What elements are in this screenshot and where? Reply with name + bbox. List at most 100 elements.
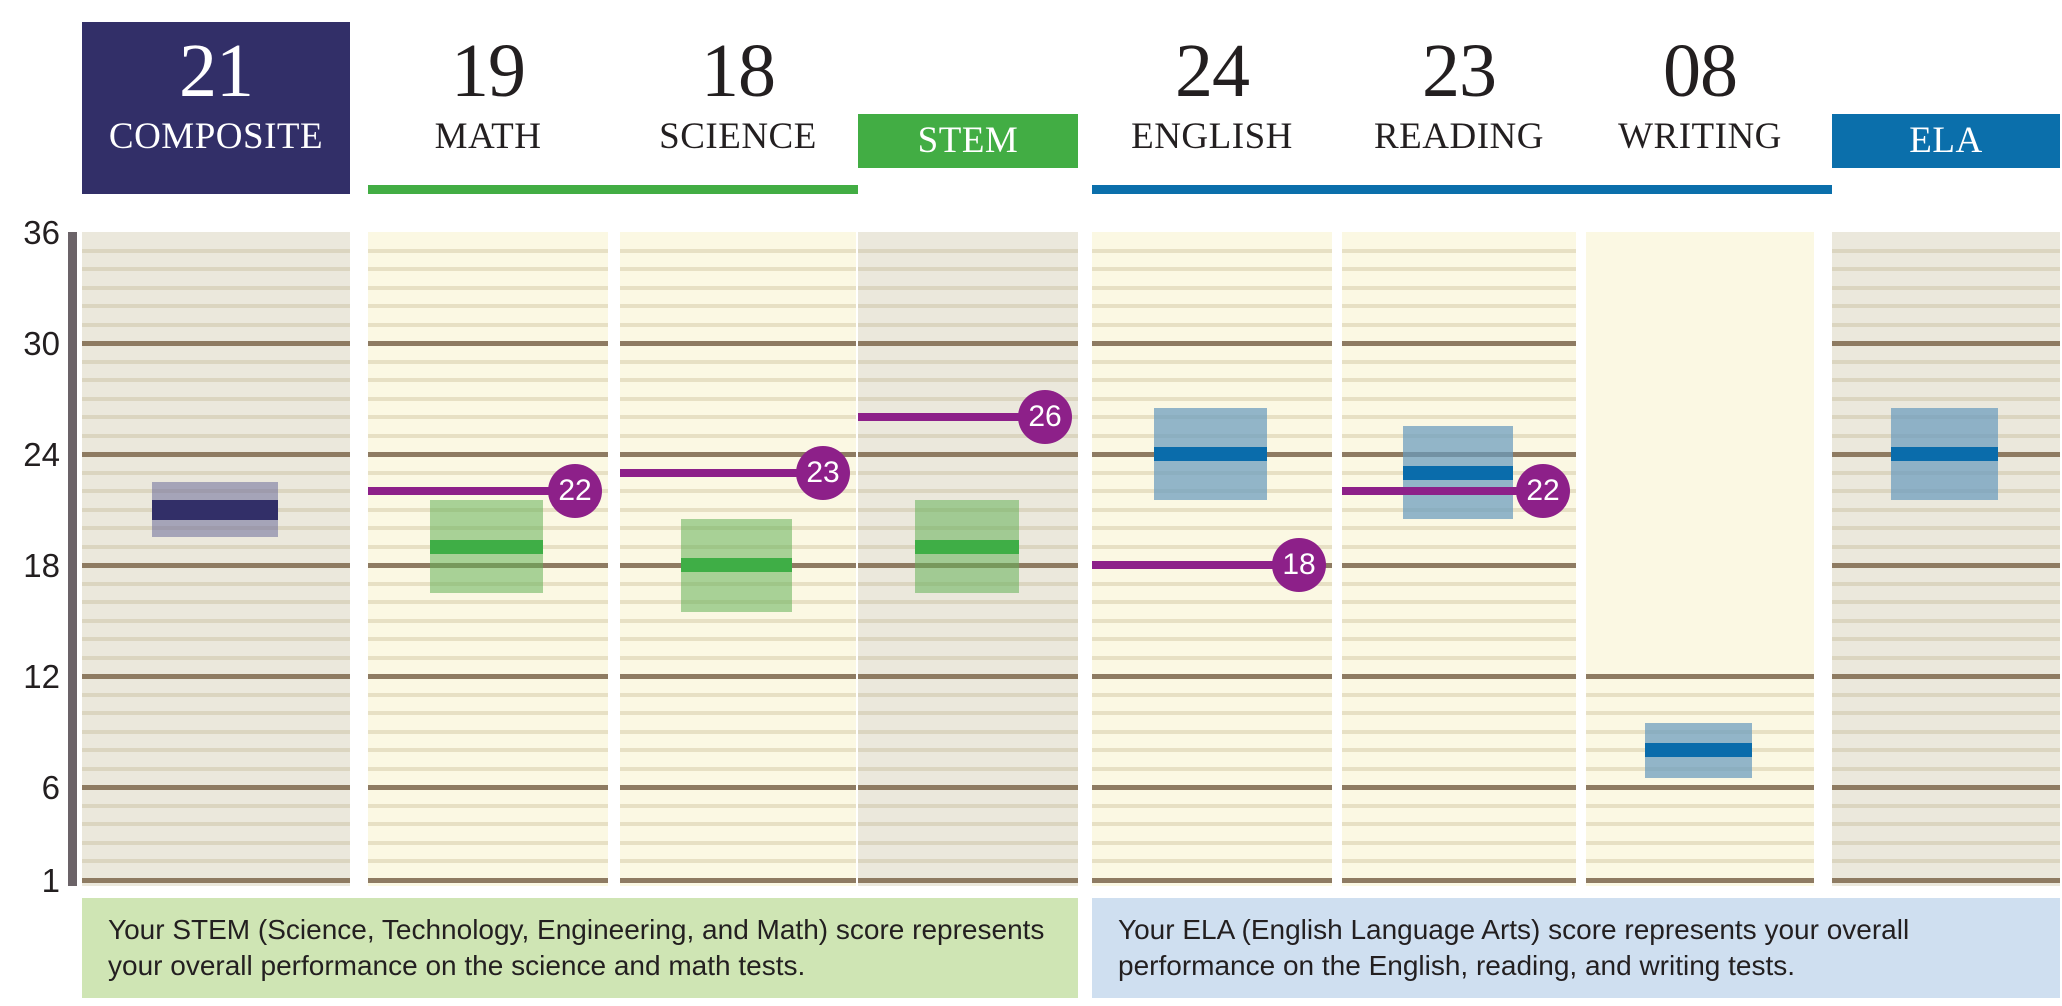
score-label-english: ENGLISH <box>1131 116 1293 157</box>
gridline-minor <box>1342 859 1576 864</box>
gridline-minor <box>368 766 608 771</box>
header-cell-math: 19 MATH <box>368 28 608 160</box>
gridline-minor <box>1092 618 1332 623</box>
gridline-minor <box>1586 822 1814 827</box>
gridline-minor <box>620 322 856 327</box>
gridline-minor <box>1832 748 2060 753</box>
score-bar-science <box>681 558 793 573</box>
gridline-minor <box>620 692 856 697</box>
gridline-minor <box>368 396 608 401</box>
gridline-minor <box>858 285 1078 290</box>
gridline-minor <box>1832 711 2060 716</box>
gridline-minor <box>1832 396 2060 401</box>
gridline-minor <box>1832 378 2060 383</box>
benchmark-badge-stem: 26 <box>1018 390 1072 445</box>
gridline-minor <box>620 248 856 253</box>
score-value-english: 24 <box>1175 29 1250 113</box>
score-bar-ela <box>1891 447 1999 462</box>
gridline-major-12 <box>1092 674 1332 680</box>
gridline-baseline <box>1092 878 1332 883</box>
gridline-minor <box>82 304 350 309</box>
gridline-minor <box>1092 526 1332 531</box>
gridline-major-12 <box>368 674 608 680</box>
gridline-major-6 <box>858 785 1078 791</box>
score-value-ela: 24 <box>1909 29 1984 113</box>
gridline-minor <box>858 304 1078 309</box>
gridline-minor <box>82 248 350 253</box>
gridline-minor <box>1342 322 1576 327</box>
gridline-major-18 <box>82 563 350 569</box>
gridline-minor <box>620 618 856 623</box>
gridline-minor <box>1832 248 2060 253</box>
gridline-major-30 <box>620 341 856 347</box>
score-label-writing: WRITING <box>1618 116 1782 157</box>
gridline-minor <box>1342 748 1576 753</box>
gridline-major-12 <box>858 674 1078 680</box>
gridline-major-12 <box>620 674 856 680</box>
gridline-minor <box>82 637 350 642</box>
score-bar-reading <box>1402 465 1513 480</box>
gridline-minor <box>858 359 1078 364</box>
gridline-minor <box>620 637 856 642</box>
gridline-major-30 <box>82 341 350 347</box>
gridline-baseline <box>82 878 350 883</box>
gridline-minor <box>620 711 856 716</box>
benchmark-line-science <box>620 468 818 477</box>
gridline-minor <box>1092 507 1332 512</box>
gridline-minor <box>858 766 1078 771</box>
gridline-minor <box>1092 304 1332 309</box>
gridline-minor <box>82 822 350 827</box>
gridline-minor <box>1586 692 1814 697</box>
gridline-minor <box>82 396 350 401</box>
gridline-minor <box>1832 267 2060 272</box>
gridline-minor <box>1342 304 1576 309</box>
gridline-minor <box>1342 600 1576 605</box>
gridline-minor <box>82 711 350 716</box>
gridline-minor <box>1586 711 1814 716</box>
score-value-math: 19 <box>451 29 526 113</box>
gridline-minor <box>1092 359 1332 364</box>
score-label-stem: STEM <box>858 114 1078 168</box>
gridline-minor <box>620 766 856 771</box>
gridline-major-30 <box>1342 341 1576 347</box>
gridline-minor <box>858 840 1078 845</box>
y-axis-tick-24: 24 <box>23 436 60 474</box>
gridline-minor <box>1832 766 2060 771</box>
gridline-minor <box>1092 600 1332 605</box>
y-axis-tick-18: 18 <box>23 547 60 585</box>
gridline-major-12 <box>1832 674 2060 680</box>
header-cell-ela: 24 ELA <box>1832 28 2060 168</box>
gridline-minor <box>620 359 856 364</box>
gridline-minor <box>1832 600 2060 605</box>
gridline-minor <box>1342 840 1576 845</box>
gridline-minor <box>1832 637 2060 642</box>
gridline-minor <box>1092 692 1332 697</box>
gridline-minor <box>368 415 608 420</box>
gridline-major-30 <box>368 341 608 347</box>
gridline-minor <box>1832 618 2060 623</box>
gridline-major-24 <box>82 452 350 458</box>
gridline-minor <box>620 859 856 864</box>
gridline-minor <box>1092 378 1332 383</box>
gridline-minor <box>368 655 608 660</box>
y-axis-tick-1: 1 <box>41 862 60 899</box>
gridline-minor <box>82 692 350 697</box>
gridline-minor <box>620 822 856 827</box>
gridline-minor <box>368 378 608 383</box>
score-label-science: SCIENCE <box>659 116 817 157</box>
gridline-minor <box>858 600 1078 605</box>
gridline-minor <box>1092 267 1332 272</box>
gridline-minor <box>368 748 608 753</box>
gridline-minor <box>82 544 350 549</box>
header-cell-writing: 08 WRITING <box>1586 28 1814 160</box>
gridline-minor <box>1832 729 2060 734</box>
gridline-minor <box>1342 415 1576 420</box>
ela-callout: Your ELA (English Language Arts) score r… <box>1092 898 2060 998</box>
gridline-major-12 <box>1586 674 1814 680</box>
y-axis-tick-12: 12 <box>23 658 60 696</box>
score-value-reading: 23 <box>1422 29 1497 113</box>
column-ela <box>1832 232 2060 886</box>
gridline-minor <box>82 859 350 864</box>
gridline-minor <box>620 415 856 420</box>
benchmark-line-math <box>368 487 570 496</box>
